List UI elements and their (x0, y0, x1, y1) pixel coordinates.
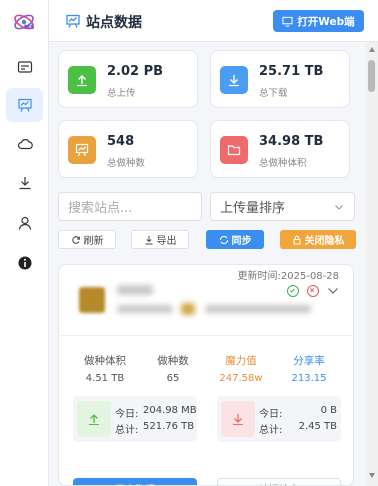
upload-icon (77, 401, 111, 437)
sort-select-value: 上传量排序 (220, 201, 286, 216)
monitor-icon (282, 16, 293, 27)
sidebar-item-user[interactable] (6, 206, 43, 240)
header: 站点数据 打开Web端 (49, 0, 378, 42)
today-label: 今日: (115, 409, 139, 420)
today-label: 今日: (259, 409, 283, 420)
upload-icon (68, 66, 96, 94)
page-title: 站点数据 (86, 15, 142, 31)
metric-seeding-count: 做种数 65 (143, 353, 203, 384)
sync-label: 同步 (231, 236, 252, 247)
download-icon (220, 66, 248, 94)
total-label: 总计: (259, 425, 283, 436)
close-privacy-button[interactable]: 关闭隐私 (280, 230, 356, 249)
download-icon (19, 177, 30, 190)
download-icon (221, 401, 255, 437)
stat-card-seeding-size: 34.98 TB 总做种体积 (210, 120, 350, 178)
upload-total-value: 521.76 TB (143, 421, 195, 432)
download-today-value: 0 B (320, 405, 337, 416)
stat-label: 总做种体积 (259, 158, 307, 169)
sidebar-item-site-data[interactable] (6, 88, 43, 122)
refresh-button[interactable]: 刷新 (58, 230, 116, 249)
sort-select[interactable]: 上传量排序 (210, 192, 355, 221)
sidebar: MS (0, 0, 49, 486)
metric-label: 做种体积 (84, 355, 126, 367)
stat-card-upload: 2.02 PB 总上传 (58, 50, 198, 108)
close-privacy-label: 关闭隐私 (304, 236, 345, 247)
stat-label: 总做种数 (107, 158, 146, 169)
total-label: 总计: (115, 425, 139, 436)
scrollbar[interactable] (366, 42, 378, 486)
scrollbar-thumb[interactable] (368, 60, 375, 92)
metric-value: 65 (166, 373, 180, 384)
download-icon (145, 235, 152, 244)
metric-value: 4.51 TB (85, 373, 125, 384)
download-today-row: 今日: 0 B (259, 405, 337, 420)
site-user-redacted (117, 305, 173, 313)
refresh-label: 刷新 (83, 236, 104, 247)
metric-bonus: 魔力值 247.58w (211, 353, 271, 384)
sync-site-button[interactable]: 同步数据 (73, 478, 197, 485)
sidebar-item-download[interactable] (6, 166, 43, 200)
upload-summary: 今日: 204.98 MB 总计: 521.76 TB (73, 396, 197, 442)
upload-today-value: 204.98 MB (143, 405, 197, 416)
stat-card-seeding-count: 548 总做种数 (58, 120, 198, 178)
export-label: 导出 (156, 236, 177, 247)
chart-board-icon (17, 98, 32, 112)
stat-value: 34.98 TB (259, 134, 324, 149)
sidebar-item-dashboard[interactable] (6, 50, 43, 84)
download-total-value: 2.45 TB (298, 421, 337, 432)
cloud-icon (17, 139, 33, 150)
chevron-down-icon[interactable] (327, 286, 339, 296)
site-info-redacted (205, 305, 311, 313)
download-summary: 今日: 0 B 总计: 2.45 TB (217, 396, 341, 442)
chevron-down-icon (335, 205, 343, 210)
sync-icon (219, 235, 228, 244)
site-badge-redacted (181, 303, 195, 315)
info-icon (18, 256, 31, 270)
close-circle-icon[interactable] (307, 285, 319, 297)
site-name-redacted (117, 285, 153, 295)
site-card: 更新时间:2025-08-28 做种体积 4.51 TB 做种数 65 魔力值 … (58, 264, 354, 486)
site-logo-redacted (79, 287, 105, 313)
upload-total-row: 总计: 521.76 TB (115, 421, 194, 436)
stat-value: 25.71 TB (259, 64, 324, 79)
metric-label: 做种数 (157, 355, 189, 367)
search-input[interactable]: 搜索站点... (58, 192, 202, 221)
refresh-icon (71, 235, 80, 244)
updated-time: 更新时间:2025-08-28 (237, 271, 339, 282)
stat-label: 总上传 (107, 88, 136, 99)
divider (59, 335, 353, 336)
metric-value: 247.58w (219, 373, 263, 384)
export-button[interactable]: 导出 (131, 230, 189, 249)
scroll-up-arrow[interactable] (369, 47, 375, 52)
metric-label: 魔力值 (225, 355, 257, 367)
folder-icon (220, 136, 248, 164)
sidebar-item-cloud[interactable] (6, 127, 43, 161)
metric-label: 分享率 (293, 355, 325, 367)
lock-icon (293, 235, 300, 244)
stat-value: 548 (107, 134, 135, 149)
chart-board-icon (68, 136, 96, 164)
sidebar-item-info[interactable] (6, 246, 43, 280)
metric-ratio: 分享率 213.15 (279, 353, 339, 384)
check-circle-icon[interactable] (287, 285, 299, 297)
visit-site-button[interactable]: 访问站点 (217, 478, 341, 485)
open-web-button[interactable]: 打开Web端 (273, 10, 364, 32)
download-total-row: 总计: 2.45 TB (259, 421, 337, 436)
chart-board-icon (66, 14, 80, 28)
id-card-icon (17, 61, 32, 73)
metric-seeding-size: 做种体积 4.51 TB (75, 353, 135, 384)
user-icon (18, 216, 31, 230)
stat-value: 2.02 PB (107, 64, 164, 79)
scroll-down-arrow[interactable] (369, 473, 375, 478)
stat-card-download: 25.71 TB 总下载 (210, 50, 350, 108)
upload-today-row: 今日: 204.98 MB (115, 405, 197, 420)
stat-label: 总下载 (259, 88, 288, 99)
logo-text: MS (24, 24, 35, 31)
open-web-label: 打开Web端 (297, 15, 355, 28)
sync-button[interactable]: 同步 (206, 230, 264, 249)
metric-value: 213.15 (291, 373, 327, 384)
